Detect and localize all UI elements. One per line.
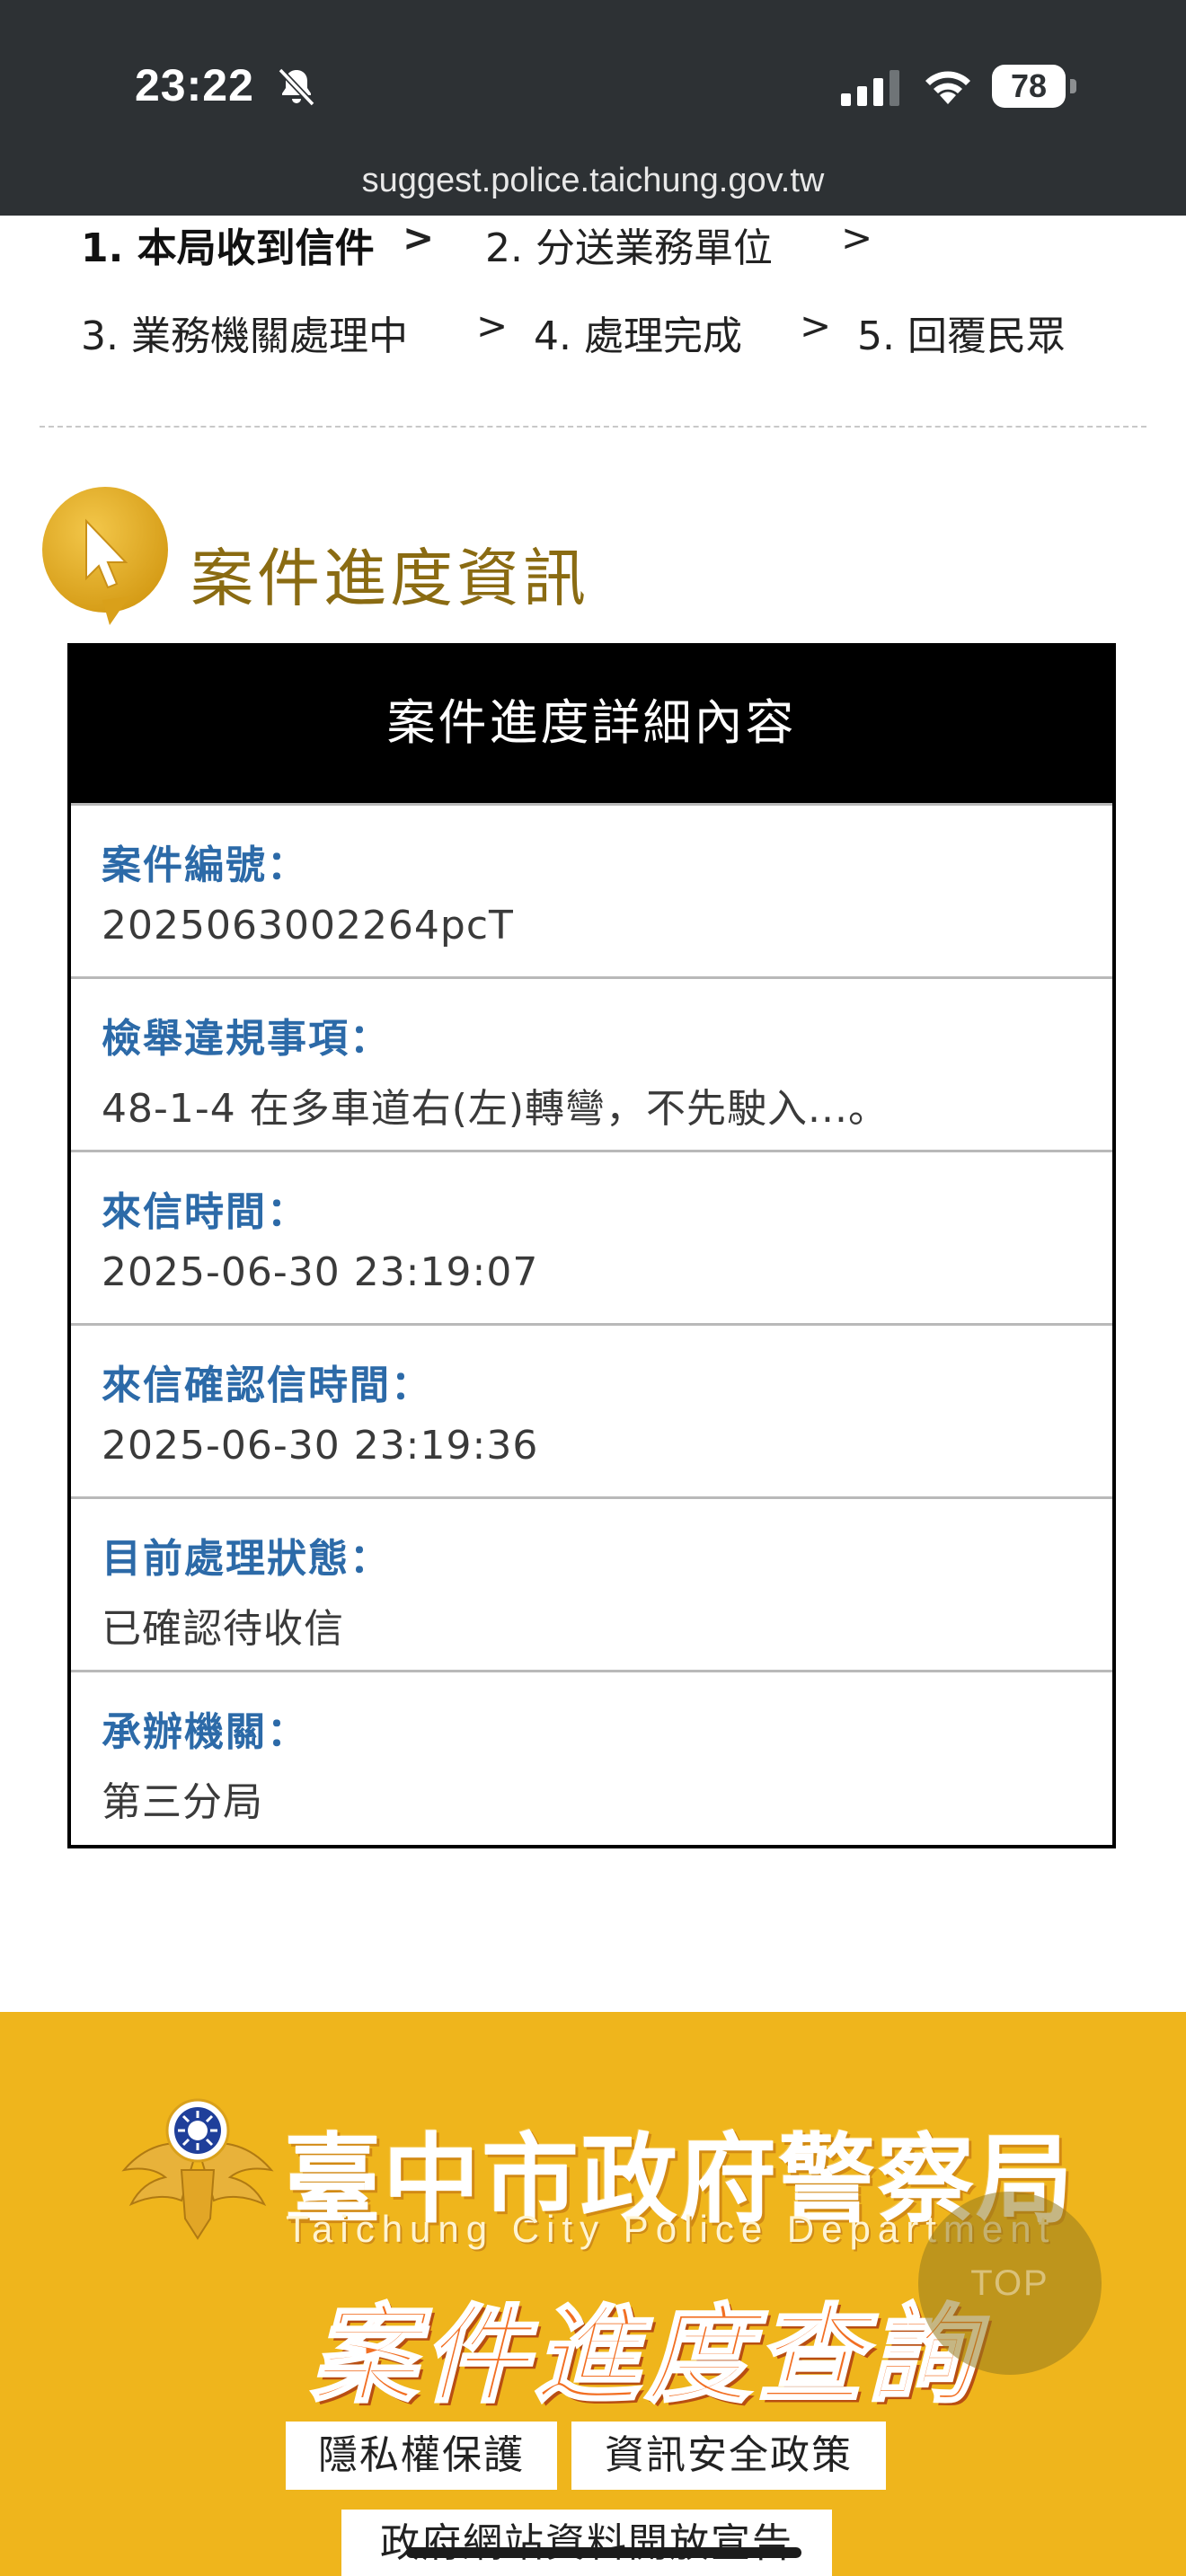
confirm-time-value: 2025-06-30 23:19:36 <box>102 1423 539 1469</box>
step-4: 4. 處理完成 <box>534 313 742 359</box>
table-row: 檢舉違規事項： 48-1-4 在多車道右(左)轉彎，不先駛入...。 <box>71 976 1112 1150</box>
progress-steps: 1. 本局收到信件 > 2. 分送業務單位 > 3. 業務機關處理中 > 4. … <box>0 216 1186 395</box>
security-policy-link[interactable]: 資訊安全政策 <box>571 2422 886 2490</box>
case-detail-table: 案件進度詳細內容 案件編號： 2025063002264pcT 檢舉違規事項： … <box>67 643 1116 1848</box>
status-value: 已確認待收信 <box>102 1606 344 1652</box>
status-label: 目前處理狀態： <box>102 1536 391 1582</box>
table-row: 來信時間： 2025-06-30 23:19:07 <box>71 1150 1112 1323</box>
step-separator: > <box>800 304 832 348</box>
step-3: 3. 業務機關處理中 <box>81 313 408 359</box>
case-number-value: 2025063002264pcT <box>102 903 514 948</box>
address-bar[interactable]: suggest.police.taichung.gov.tw <box>0 162 1186 200</box>
section-divider <box>40 426 1146 428</box>
back-to-top-button[interactable]: TOP <box>918 2192 1102 2375</box>
status-bar: 23:22 78 suggest.police.taichung.gov.tw <box>0 0 1186 223</box>
agency-value: 第三分局 <box>102 1779 263 1825</box>
violation-value: 48-1-4 在多車道右(左)轉彎，不先駛入...。 <box>102 1086 890 1132</box>
confirm-time-label: 來信確認信時間： <box>102 1363 432 1408</box>
case-number-label: 案件編號： <box>102 842 308 888</box>
cursor-pointer-icon <box>42 487 168 625</box>
battery-icon: 78 <box>992 65 1076 108</box>
section-title: 案件進度資訊 <box>190 542 589 615</box>
home-indicator[interactable] <box>406 2547 801 2558</box>
step-1: 1. 本局收到信件 <box>81 225 375 271</box>
received-time-label: 來信時間： <box>102 1189 308 1235</box>
open-data-link[interactable]: 政府網站資料開放宣告 <box>341 2510 832 2576</box>
status-time: 23:22 <box>135 60 254 110</box>
received-time-value: 2025-06-30 23:19:07 <box>102 1249 539 1295</box>
step-5: 5. 回覆民眾 <box>857 313 1066 359</box>
battery-tip <box>1070 79 1076 93</box>
table-row: 承辦機關： 第三分局 <box>71 1670 1112 1843</box>
agency-label: 承辦機關： <box>102 1709 308 1755</box>
step-separator: > <box>841 216 873 260</box>
bell-slash-icon <box>278 67 315 107</box>
privacy-link[interactable]: 隱私權保護 <box>286 2422 557 2490</box>
step-separator: > <box>403 216 435 260</box>
table-header: 案件進度詳細內容 <box>71 647 1112 803</box>
step-2: 2. 分送業務單位 <box>485 225 773 271</box>
step-separator: > <box>476 304 509 348</box>
violation-label: 檢舉違規事項： <box>102 1016 391 1062</box>
table-row: 來信確認信時間： 2025-06-30 23:19:36 <box>71 1323 1112 1496</box>
banner-title: 案件進度查詢 <box>309 2292 980 2419</box>
table-row: 目前處理狀態： 已確認待收信 <box>71 1496 1112 1670</box>
police-emblem-icon <box>121 2098 274 2240</box>
wifi-icon <box>925 71 970 104</box>
table-row: 案件編號： 2025063002264pcT <box>71 803 1112 976</box>
cellular-signal-icon <box>841 70 899 106</box>
battery-level: 78 <box>992 65 1066 108</box>
